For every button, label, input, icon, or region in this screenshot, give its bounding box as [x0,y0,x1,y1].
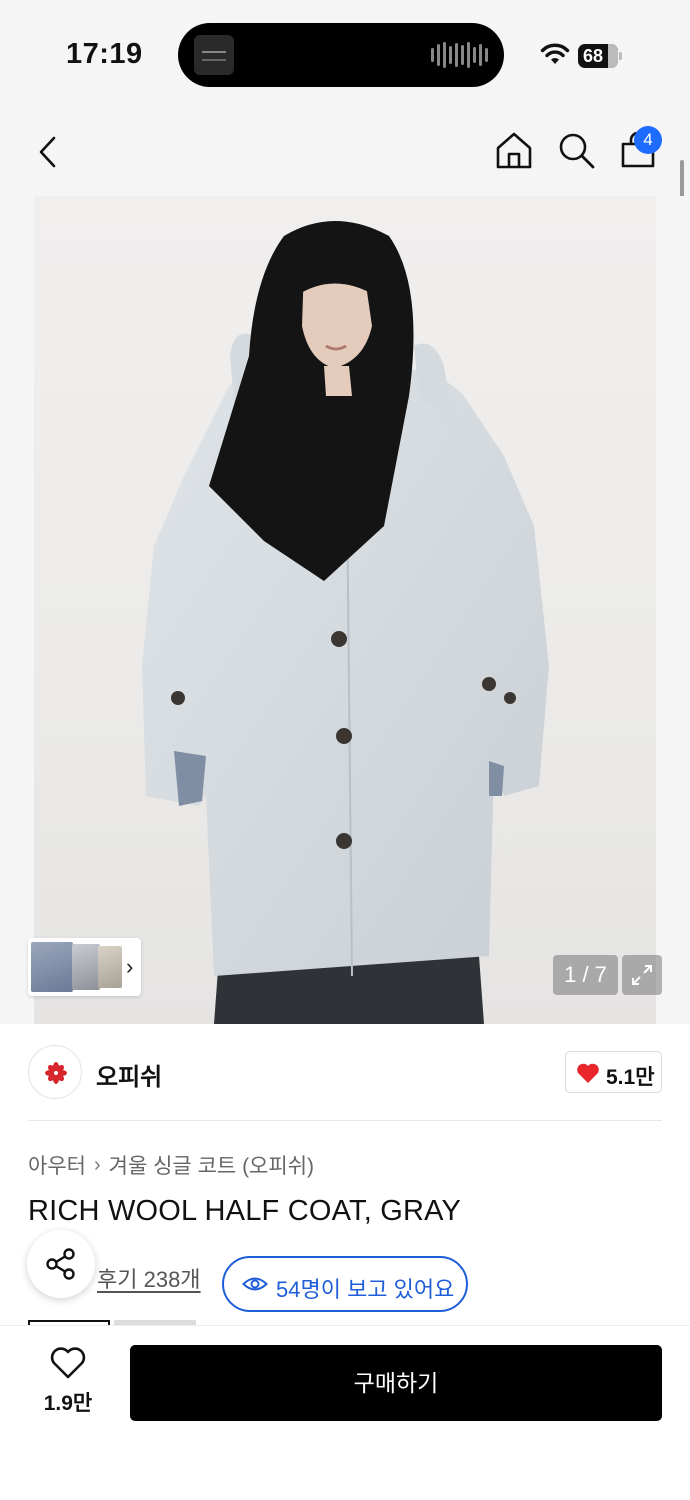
product-image[interactable] [34,196,656,1024]
brand-name[interactable]: 오피쉬 [96,1057,162,1092]
home-icon[interactable] [494,130,534,170]
gallery-thumbnail-strip[interactable]: › [28,938,141,996]
gallery-thumbnail[interactable] [98,946,122,988]
heart-filled-icon [577,1063,599,1083]
product-title: RICH WOOL HALF COAT, GRAY [28,1195,462,1227]
share-button[interactable] [27,1230,95,1298]
chevron-right-icon: › [93,1153,101,1176]
divider [28,1120,662,1121]
expand-button[interactable] [622,955,662,995]
viewing-now-text: 54명이 보고 있어요 [276,1277,455,1302]
dynamic-island [178,23,504,87]
breadcrumb: 아우터 › 겨울 싱글 코트 (오피쉬) [28,1150,314,1180]
search-icon[interactable] [556,130,596,170]
status-bar: 17:19 68 [0,0,690,112]
top-nav [0,112,690,196]
battery-indicator: 68 [578,44,622,68]
gallery-thumbnail[interactable] [31,942,73,992]
heart-outline-icon [50,1347,86,1379]
gallery-thumbnail[interactable] [72,944,100,990]
breadcrumb-item[interactable]: 아우터 [28,1150,86,1180]
breadcrumb-item[interactable]: 겨울 싱글 코트 (오피쉬) [109,1150,314,1180]
now-playing-artwork [194,35,234,75]
model-wearing-coat-photo [142,221,549,1024]
viewing-now-badge: 54명이 보고 있어요 [222,1256,468,1312]
cart-count-badge: 4 [634,126,662,154]
wifi-icon [540,43,570,64]
chevron-right-icon[interactable]: › [126,954,133,980]
status-time: 17:19 [66,38,143,70]
expand-icon [632,965,652,985]
image-counter: 1 / 7 [553,955,618,995]
brand-logo[interactable] [28,1045,82,1099]
brand-flower-logo-icon [45,1062,67,1084]
wishlist-count: 1.9만 [43,1392,93,1415]
share-icon [46,1248,75,1280]
brand-like-button[interactable]: 5.1만 [565,1051,662,1093]
brand-like-count: 5.1만 [606,1066,655,1089]
reviews-link[interactable]: 후기 238개 [97,1262,201,1294]
buy-button[interactable]: 구매하기 [130,1345,662,1421]
audio-waveform-icon [431,41,488,69]
battery-level: 68 [583,46,604,66]
eye-icon [242,1277,268,1291]
back-icon[interactable] [30,132,70,172]
wishlist-button[interactable]: 1.9만 [28,1345,108,1421]
